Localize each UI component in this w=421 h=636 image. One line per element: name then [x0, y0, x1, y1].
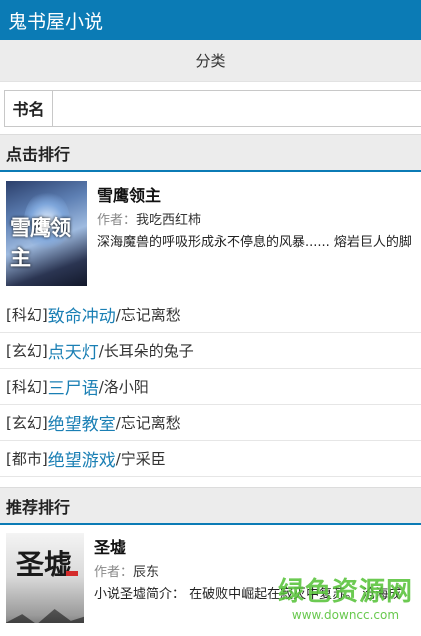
section-title-recommend-rank: 推荐排行 [0, 487, 421, 525]
book-name-link[interactable]: 点天灯 [48, 338, 99, 363]
author-name: 洛小阳 [103, 378, 149, 396]
app-header: 鬼书屋小说 [0, 0, 421, 40]
watermark: 绿色资源网 www.downcc.com [278, 571, 413, 622]
list-item: [科幻] 三尸语 / 洛小阳 [0, 369, 421, 405]
watermark-text: 绿色资源网 [277, 577, 413, 607]
cover-art: 圣墟 [6, 533, 84, 623]
list-item: [都市] 绝望游戏 / 宁采臣 [0, 441, 421, 477]
section-title-click-rank: 点击排行 [0, 134, 421, 172]
featured-book-click-rank[interactable]: 雪鹰领主 雪鹰领主 作者：我吃西红柿 深海魔兽的呼吸形成永不停息的风暴.....… [0, 172, 421, 297]
app-title: 鬼书屋小说 [8, 10, 104, 33]
author-name: 忘记离愁 [120, 414, 181, 432]
genre-tag: [科幻] [6, 378, 48, 396]
genre-tag: [玄幻] [6, 342, 48, 360]
search-label: 书名 [5, 90, 53, 126]
genre-tag: [玄幻] [6, 414, 48, 432]
book-name-link[interactable]: 绝望教室 [48, 410, 116, 435]
cover-mountains [6, 609, 84, 623]
author-name: 辰东 [133, 565, 160, 580]
book-cover-image[interactable]: 雪鹰领主 [6, 181, 87, 286]
search-row: 书名 [0, 82, 421, 134]
genre-tag: [科幻] [6, 306, 48, 324]
list-item: [玄幻] 点天灯 / 长耳朵的兔子 [0, 333, 421, 369]
author-name: 宁采臣 [120, 450, 166, 468]
category-button[interactable]: 分类 [0, 40, 421, 82]
list-item: [玄幻] 绝望教室 / 忘记离愁 [0, 405, 421, 441]
author-name: 我吃西红柿 [136, 213, 202, 228]
book-title-link[interactable]: 雪鹰领主 [97, 182, 412, 206]
book-name-link[interactable]: 三尸语 [48, 374, 99, 399]
book-title-link[interactable]: 圣墟 [94, 534, 401, 558]
cover-title-art: 雪鹰领主 [10, 215, 71, 270]
author-label: 作者： [97, 213, 137, 228]
genre-tag: [都市] [6, 450, 48, 468]
search-box: 书名 [4, 89, 421, 127]
rank-list: [科幻] 致命冲动 / 忘记离愁 [玄幻] 点天灯 / 长耳朵的兔子 [科幻] 三尸语 / 洛小阳… [0, 297, 421, 477]
book-cover-image[interactable]: 圣墟 [6, 533, 84, 623]
featured-book-info: 雪鹰领主 作者：我吃西红柿 深海魔兽的呼吸形成永不停息的风暴...... 熔岩巨… [87, 181, 412, 297]
book-author: 作者：我吃西红柿 [97, 209, 412, 228]
author-name: 忘记离愁 [120, 306, 181, 324]
author-label: 作者： [94, 565, 134, 580]
search-input[interactable] [53, 90, 421, 126]
list-item: [科幻] 致命冲动 / 忘记离愁 [0, 297, 421, 333]
author-name: 长耳朵的兔子 [103, 342, 194, 360]
book-description: 深海魔兽的呼吸形成永不停息的风暴...... 熔岩巨人的脚 [97, 235, 412, 250]
cover-badge [66, 571, 78, 576]
book-name-link[interactable]: 绝望游戏 [48, 446, 116, 471]
watermark-url: www.downcc.com [291, 608, 400, 622]
cover-title-art: 圣墟 [16, 548, 73, 581]
book-name-link[interactable]: 致命冲动 [48, 302, 116, 327]
